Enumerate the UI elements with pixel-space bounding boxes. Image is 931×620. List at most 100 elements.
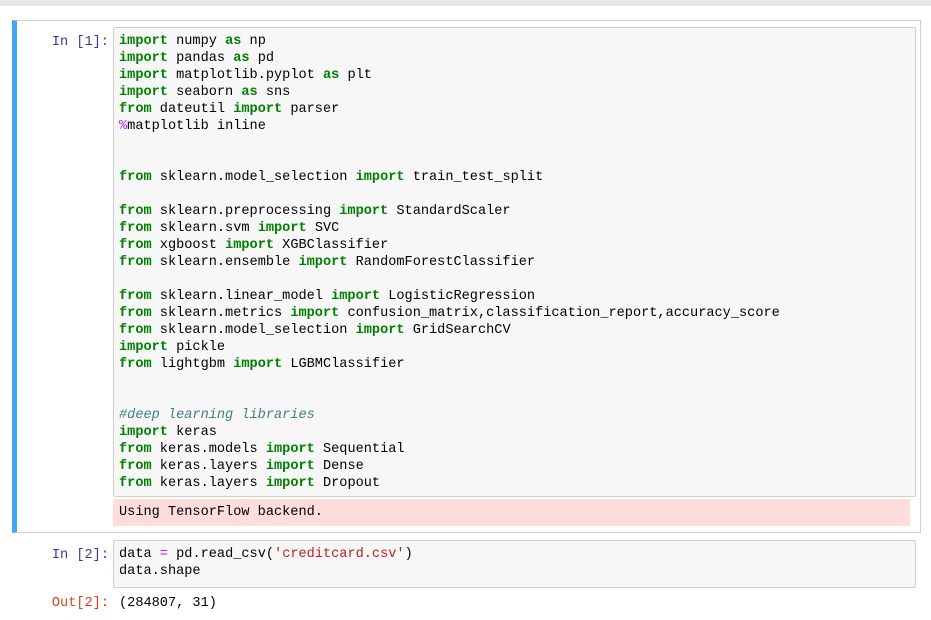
code-token: xgboost <box>151 238 226 253</box>
keyword-token: import <box>290 306 340 321</box>
code-line: import seaborn as sns <box>119 84 915 101</box>
code-cell-1[interactable]: In [1]: import numpy as np import pandas … <box>12 20 921 533</box>
keyword-token: import <box>339 204 389 219</box>
code-token: seaborn <box>167 85 242 100</box>
code-token: lightgbm <box>151 357 234 372</box>
code-line: import pickle <box>119 339 915 356</box>
code-token: parser <box>282 102 340 117</box>
keyword-token: from <box>119 255 152 270</box>
code-line: from lightgbm import LGBMClassifier <box>119 356 915 373</box>
code-editor[interactable]: import numpy as np import pandas as pd imp… <box>113 27 916 497</box>
code-token: ) <box>404 547 413 562</box>
code-line: data = pd.read_csv('creditcard.csv') <box>119 546 915 563</box>
code-token: sklearn.svm <box>151 221 258 236</box>
code-token: GridSearchCV <box>404 323 511 338</box>
keyword-token: from <box>119 323 152 338</box>
code-line: import pandas as pd <box>119 50 915 67</box>
input-prompt: In [1]: <box>51 35 109 50</box>
keyword-token: import <box>119 34 168 49</box>
code-line: from xgboost import XGBClassifier <box>119 237 915 254</box>
keyword-token: import <box>355 323 405 338</box>
code-token: LogisticRegression <box>380 289 536 304</box>
code-token: dateutil <box>151 102 234 117</box>
keyword-token: import <box>257 221 307 236</box>
code-token: sklearn.linear_model <box>151 289 332 304</box>
execute-result: (284807, 31) <box>119 596 217 611</box>
code-line: from keras.models import Sequential <box>119 441 915 458</box>
output-prompt: Out[2]: <box>51 596 109 611</box>
keyword-token: from <box>119 357 152 372</box>
keyword-token: from <box>119 306 152 321</box>
code-line: import matplotlib.pyplot as plt <box>119 67 915 84</box>
keyword-token: import <box>298 255 348 270</box>
code-token: Sequential <box>314 442 405 457</box>
keyword-token: from <box>119 442 152 457</box>
code-token: pandas <box>167 51 234 66</box>
code-line: from sklearn.model_selection import Grid… <box>119 322 915 339</box>
code-line: ​ <box>119 390 915 407</box>
code-token: train_test_split <box>404 170 544 185</box>
code-cell-2[interactable]: In [2]: data = pd.read_csv('creditcard.c… <box>12 538 921 620</box>
keyword-token: import <box>119 425 168 440</box>
code-token: Dense <box>314 459 364 474</box>
keyword-token: from <box>119 289 152 304</box>
keyword-token: import <box>265 442 315 457</box>
code-line: ​ <box>119 271 915 288</box>
input-prompt: In [2]: <box>51 548 109 563</box>
keyword-token: from <box>119 459 152 474</box>
keyword-token: as <box>241 85 258 100</box>
string-token: 'creditcard.csv' <box>274 547 405 562</box>
code-token: pd <box>249 51 275 66</box>
code-token: sklearn.preprocessing <box>151 204 340 219</box>
code-line: from sklearn.model_selection import trai… <box>119 169 915 186</box>
code-token: keras.models <box>151 442 266 457</box>
keyword-token: import <box>119 51 168 66</box>
code-token: StandardScaler <box>388 204 511 219</box>
code-token: sklearn.metrics <box>151 306 291 321</box>
keyword-token: import <box>119 68 168 83</box>
code-line: from keras.layers import Dense <box>119 458 915 475</box>
keyword-token: from <box>119 170 152 185</box>
code-token: keras <box>167 425 217 440</box>
code-content[interactable]: import numpy as np import pandas as pd imp… <box>119 33 915 492</box>
code-line: from dateutil import parser <box>119 101 915 118</box>
keyword-token: import <box>265 459 315 474</box>
operator-token: = <box>159 547 168 562</box>
code-line: import keras <box>119 424 915 441</box>
keyword-token: from <box>119 238 152 253</box>
keyword-token: import <box>225 238 275 253</box>
code-token: plt <box>339 68 372 83</box>
code-line: #deep learning libraries <box>119 407 915 424</box>
code-line: import numpy as np <box>119 33 915 50</box>
keyword-token: import <box>233 102 283 117</box>
code-token: Dropout <box>314 476 381 491</box>
code-token: sklearn.model_selection <box>151 170 356 185</box>
code-token: pd.read_csv( <box>167 547 275 562</box>
code-line: from sklearn.metrics import confusion_ma… <box>119 305 915 322</box>
code-token: numpy <box>167 34 226 49</box>
code-editor[interactable]: data = pd.read_csv('creditcard.csv') data… <box>113 540 916 588</box>
stderr-output: Using TensorFlow backend. <box>113 499 910 526</box>
code-line: ​ <box>119 373 915 390</box>
code-line: from sklearn.svm import SVC <box>119 220 915 237</box>
keyword-token: as <box>322 68 340 83</box>
code-content[interactable]: data = pd.read_csv('creditcard.csv') data… <box>119 546 915 580</box>
comment-token: #deep learning libraries <box>119 408 315 423</box>
code-line: from sklearn.preprocessing import Standa… <box>119 203 915 220</box>
notebook-header-bar <box>0 0 931 6</box>
code-line: from sklearn.linear_model import Logisti… <box>119 288 915 305</box>
code-token: sklearn.ensemble <box>151 255 299 270</box>
keyword-token: as <box>225 34 242 49</box>
code-token: RandomForestClassifier <box>347 255 536 270</box>
keyword-token: from <box>119 204 152 219</box>
code-token: np <box>241 34 266 49</box>
keyword-token: from <box>119 476 152 491</box>
code-token: data.shape <box>119 564 201 579</box>
code-line: ​ <box>119 152 915 169</box>
code-token: XGBClassifier <box>274 238 389 253</box>
keyword-token: import <box>119 340 168 355</box>
keyword-token: from <box>119 102 152 117</box>
code-line: ​ <box>119 135 915 152</box>
code-token: sns <box>257 85 291 100</box>
keyword-token: import <box>355 170 405 185</box>
